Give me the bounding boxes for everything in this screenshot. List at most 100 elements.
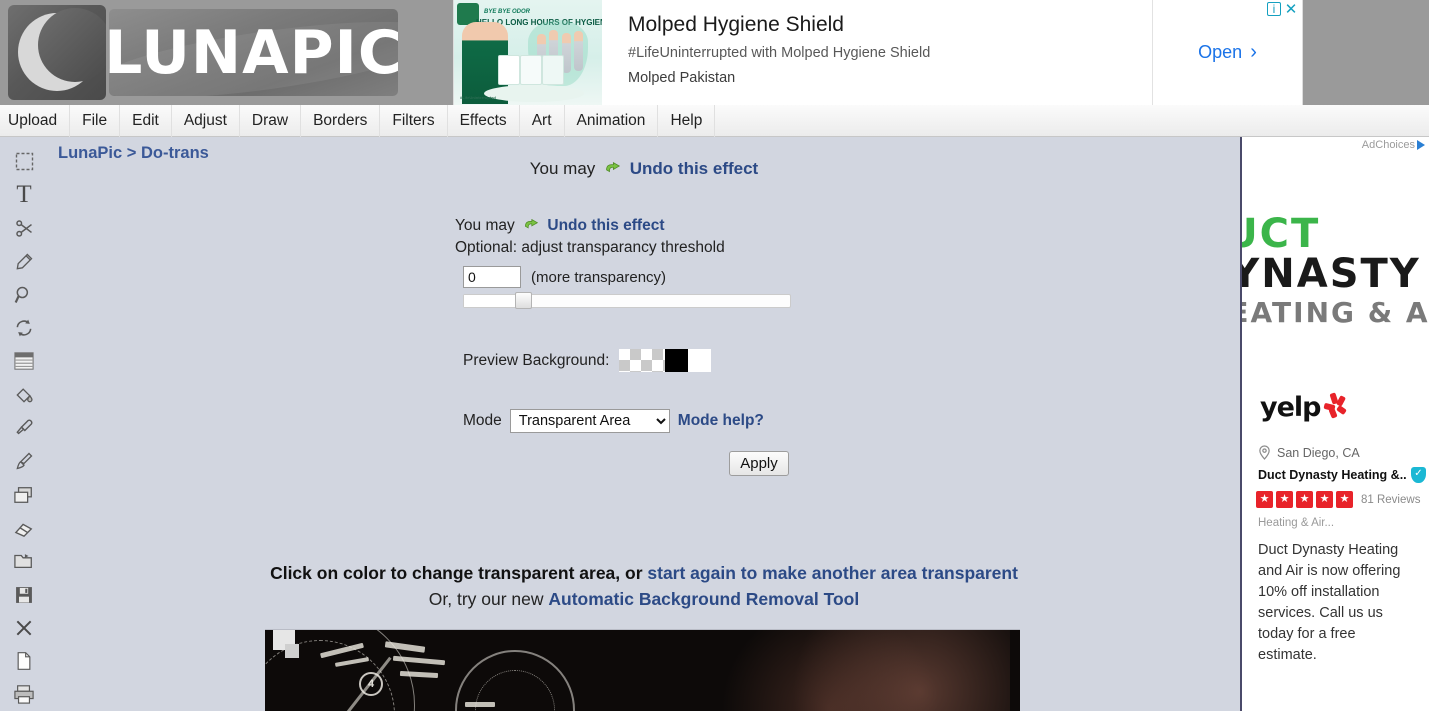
yelp-wordmark: yelp: [1260, 392, 1321, 423]
menu-item-animation[interactable]: Animation: [565, 104, 659, 137]
threshold-row: (more transparency): [455, 266, 875, 288]
undo-prefix-text-2: You may: [455, 217, 515, 234]
ad-thumbnail-image: BYE BYE ODOR HELLO LONG HOURS OF HYGIENE…: [454, 0, 602, 105]
mode-help-link[interactable]: Mode help?: [678, 412, 764, 430]
preview-bg-swatch-transparent[interactable]: [619, 349, 666, 372]
main-content-area: LunaPic > Do-trans You may Undo this eff…: [48, 137, 1240, 711]
marquee-select-icon[interactable]: [4, 145, 44, 178]
instruction-line-1: Click on color to change transparent are…: [48, 563, 1240, 584]
verified-badge-icon: ✓: [1411, 467, 1426, 483]
ad-title: Molped Hygiene Shield: [628, 13, 844, 36]
blinds-icon[interactable]: [4, 345, 44, 378]
yelp-burst-icon: [1322, 392, 1348, 419]
star-icon: ★: [1336, 491, 1353, 508]
preview-background-row: Preview Background:: [455, 349, 875, 372]
star-icon: ★: [1316, 491, 1333, 508]
ad-description-text: Duct Dynasty Heating and Air is now offe…: [1258, 542, 1401, 663]
menu-item-edit[interactable]: Edit: [120, 104, 172, 137]
threshold-slider[interactable]: [463, 292, 791, 309]
open-folder-icon[interactable]: [4, 545, 44, 578]
menu-item-upload[interactable]: Upload: [0, 104, 71, 137]
menu-item-borders[interactable]: Borders: [301, 104, 381, 137]
mode-select[interactable]: Transparent Area: [509, 409, 670, 433]
top-advertisement[interactable]: BYE BYE ODOR HELLO LONG HOURS OF HYGIENE…: [453, 0, 1303, 105]
ad-advertiser-name: Molped Pakistan: [628, 70, 736, 86]
save-icon[interactable]: [4, 578, 44, 611]
instruction-prefix-2: Or, try our new: [428, 589, 549, 609]
pencil-icon[interactable]: [4, 245, 44, 278]
ad-banner-line-3: HEATING & A: [1242, 296, 1429, 329]
ad-image-headline-1: BYE BYE ODOR: [484, 9, 531, 15]
ad-text-block: Molped Hygiene Shield #LifeUninterrupted…: [602, 0, 1152, 105]
undo-arrow-icon: [604, 161, 621, 181]
preview-bg-swatch-white[interactable]: [688, 349, 712, 372]
slider-thumb[interactable]: [515, 292, 532, 309]
menu-item-adjust[interactable]: Adjust: [172, 104, 240, 137]
business-location: San Diego, CA: [1258, 445, 1360, 460]
start-again-link[interactable]: start again to make another area transpa…: [647, 563, 1018, 583]
menu-item-help[interactable]: Help: [658, 104, 716, 137]
eraser-icon[interactable]: [4, 511, 44, 544]
threshold-input[interactable]: [463, 266, 521, 288]
right-sidebar-advertisement[interactable]: AdChoices DUCT DYNASTY HEATING & A yelp …: [1240, 137, 1429, 711]
undo-this-effect-link-second[interactable]: Undo this effect: [547, 217, 664, 234]
auto-bg-removal-link[interactable]: Automatic Background Removal Tool: [548, 589, 859, 609]
ad-close-icon[interactable]: ✕: [1284, 2, 1298, 17]
star-icon: ★: [1296, 491, 1313, 508]
undo-this-effect-link-top[interactable]: Undo this effect: [630, 159, 758, 178]
undo-arrow-icon-2: [523, 218, 539, 237]
rating-stars: ★ ★ ★ ★ ★ 81 Reviews: [1256, 491, 1420, 508]
lunapic-logo[interactable]: LUNAPIC: [8, 4, 398, 101]
star-icon: ★: [1256, 491, 1273, 508]
close-icon[interactable]: [4, 611, 44, 644]
apply-row: Apply: [455, 451, 875, 476]
ad-image-caption: #LifeUninterrupted: [460, 95, 496, 100]
eyedropper-icon[interactable]: [4, 411, 44, 444]
logo-wordmark: LUNAPIC: [109, 17, 398, 88]
mode-row: Mode Transparent Area Mode help?: [455, 409, 875, 433]
scissors-icon[interactable]: [4, 212, 44, 245]
business-name-row[interactable]: Duct Dynasty Heating &... ✓: [1258, 467, 1426, 483]
adchoices-triangle-icon: [1417, 140, 1425, 150]
adchoices-badge[interactable]: AdChoices: [1362, 139, 1425, 151]
star-icon: ★: [1276, 491, 1293, 508]
instruction-line-2: Or, try our new Automatic Background Rem…: [48, 589, 1240, 610]
yelp-logo: yelp: [1260, 392, 1348, 423]
top-header-bar: LUNAPIC BYE BYE ODOR HELLO LONG HOURS OF…: [0, 0, 1429, 105]
business-location-label: San Diego, CA: [1277, 445, 1360, 460]
apply-button[interactable]: Apply: [729, 451, 789, 476]
preview-background-label: Preview Background:: [463, 351, 610, 369]
transparency-settings-panel: You may Undo this effect Optional: adjus…: [455, 217, 875, 476]
chevron-right-icon: ›: [1250, 41, 1257, 63]
ad-info-icon[interactable]: i: [1267, 2, 1281, 16]
threshold-hint-label: (more transparency): [531, 268, 667, 286]
menu-item-file[interactable]: File: [70, 104, 121, 137]
paint-bucket-icon[interactable]: [4, 378, 44, 411]
business-category: Heating & Air...: [1258, 517, 1335, 529]
ad-banner-line-2: DYNASTY: [1242, 251, 1421, 297]
ad-subtitle: #LifeUninterrupted with Molped Hygiene S…: [628, 45, 931, 61]
optional-threshold-label: Optional: adjust transparancy threshold: [455, 239, 725, 256]
main-menu-bar: Upload File Edit Adjust Draw Borders Fil…: [0, 104, 1429, 137]
preview-bg-swatch-black[interactable]: [665, 349, 689, 372]
new-file-icon[interactable]: [4, 644, 44, 677]
magnifier-icon[interactable]: [4, 278, 44, 311]
print-icon[interactable]: [4, 678, 44, 711]
location-pin-icon: [1259, 445, 1270, 460]
business-name[interactable]: Duct Dynasty Heating &...: [1258, 468, 1406, 482]
undo-banner-top: You may Undo this effect: [48, 159, 1240, 181]
menu-item-effects[interactable]: Effects: [448, 104, 520, 137]
ad-open-label: Open: [1198, 42, 1243, 62]
menu-item-draw[interactable]: Draw: [240, 104, 302, 137]
menu-item-filters[interactable]: Filters: [380, 104, 448, 137]
instruction-prefix: Click on color to change transparent are…: [270, 563, 648, 583]
left-tool-sidebar: T: [0, 137, 48, 711]
ad-controls[interactable]: i ✕: [1267, 2, 1298, 17]
image-preview-canvas[interactable]: 4: [265, 629, 1020, 711]
menu-item-art[interactable]: Art: [520, 104, 565, 137]
undo-prefix-text: You may: [529, 159, 596, 178]
rotate-icon[interactable]: [4, 311, 44, 344]
text-icon[interactable]: T: [4, 178, 44, 211]
layers-icon[interactable]: [4, 478, 44, 511]
brush-icon[interactable]: [4, 445, 44, 478]
